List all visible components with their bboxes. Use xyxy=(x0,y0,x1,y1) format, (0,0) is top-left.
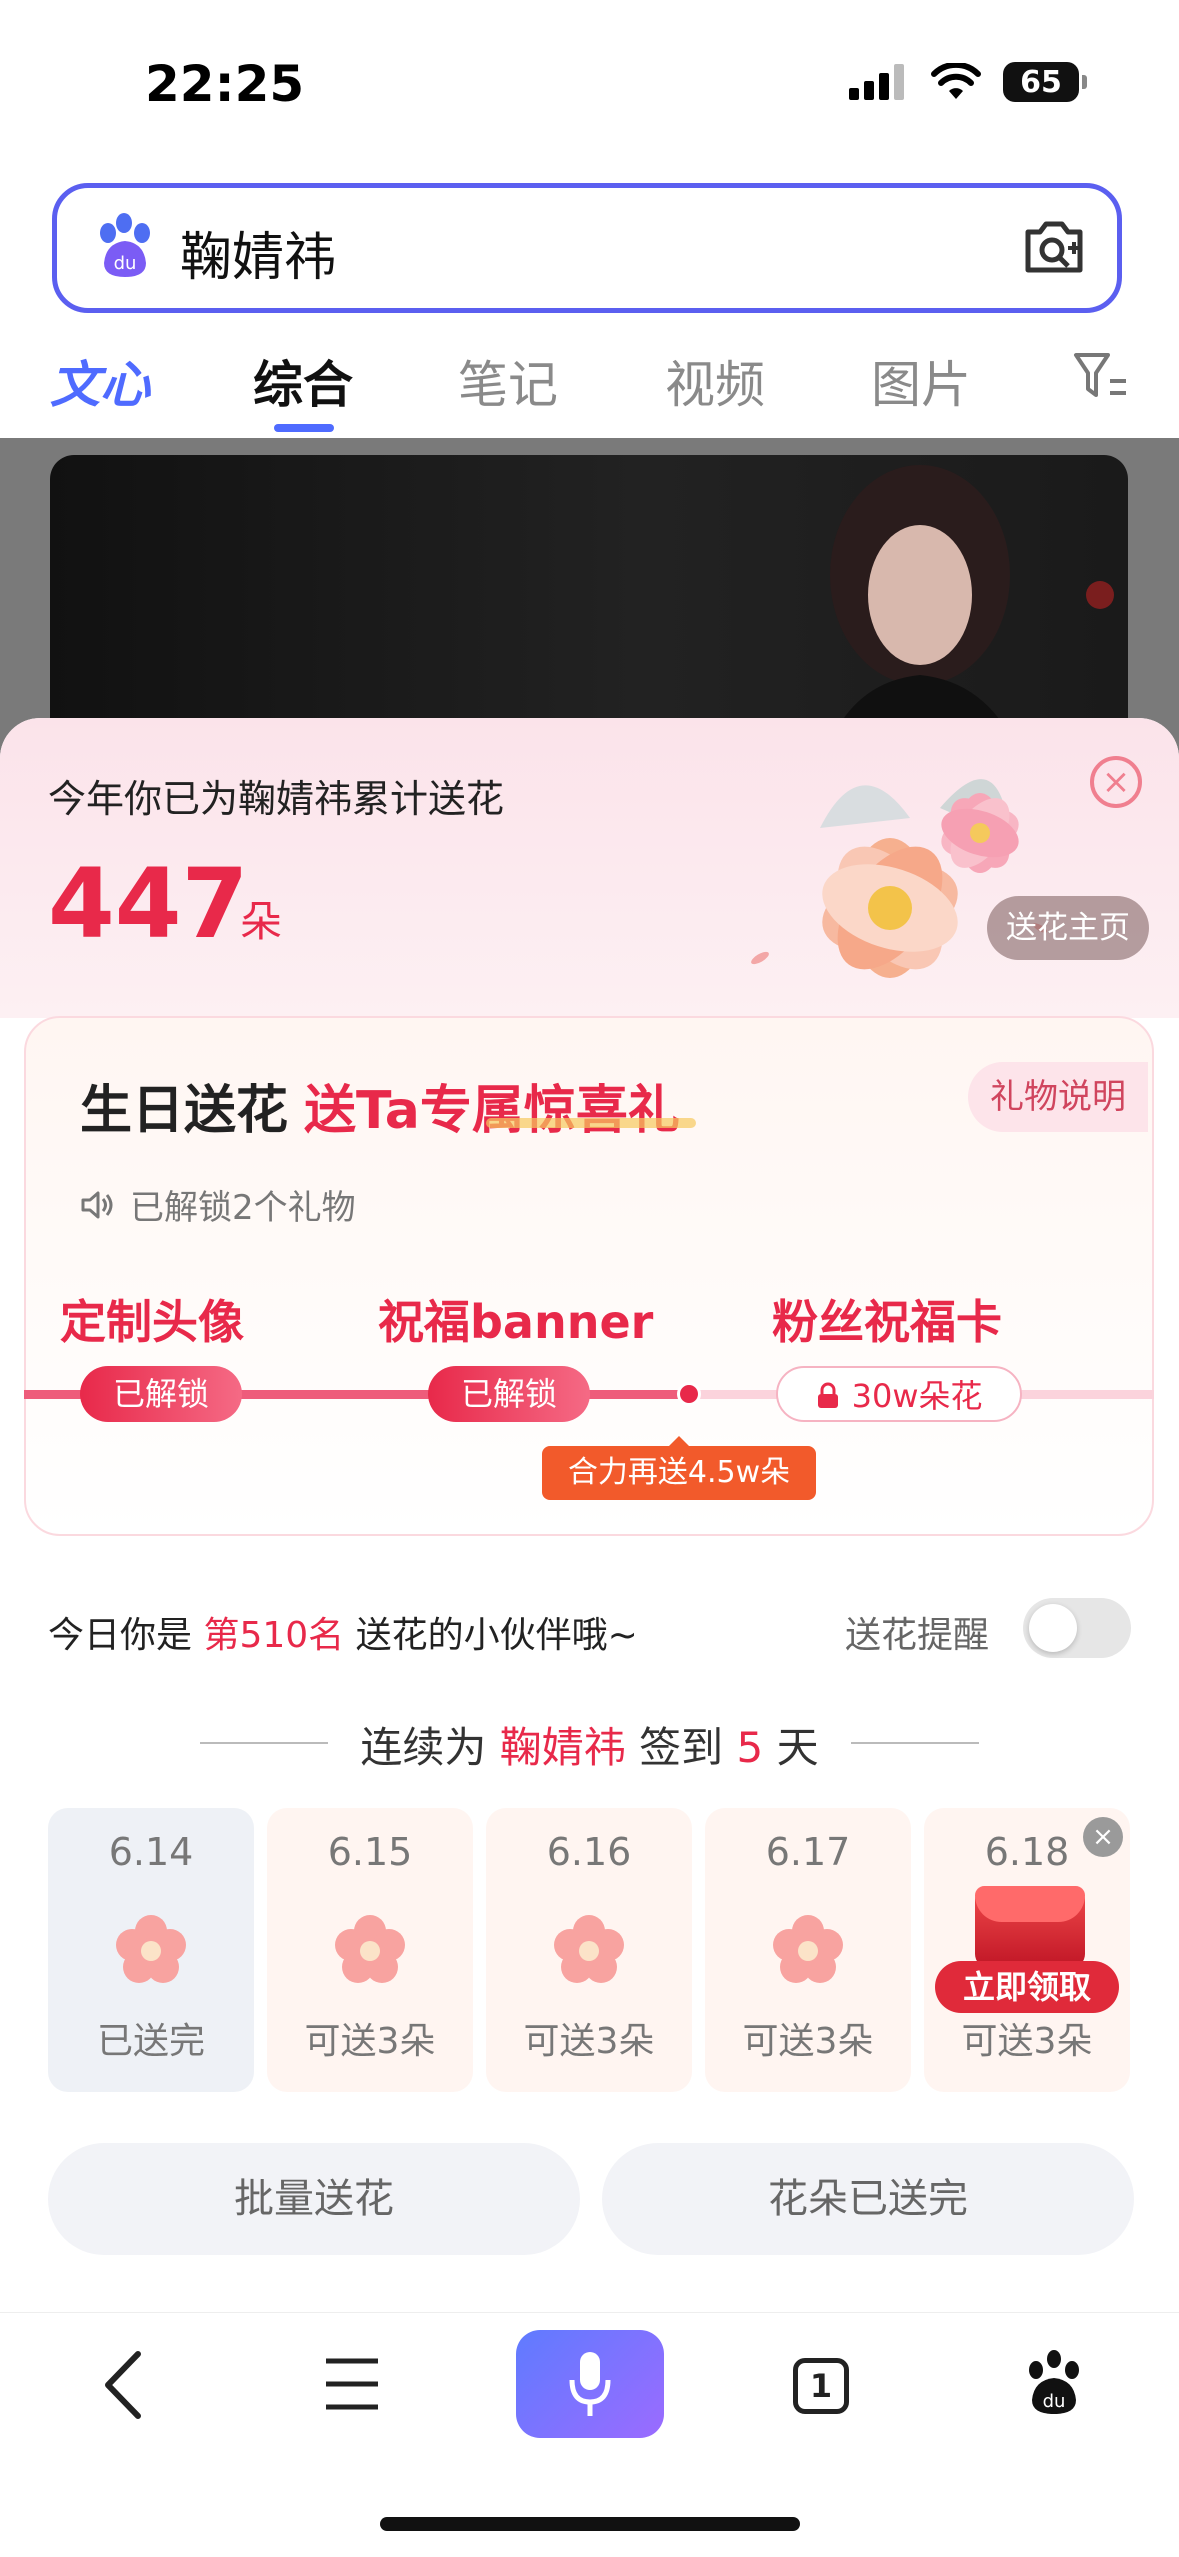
flower-count-unit: 朵 xyxy=(240,897,283,946)
search-tabs: 文心 综合 笔记 视频 图片 xyxy=(0,345,1179,435)
baidu-home-icon[interactable]: du xyxy=(1022,2350,1086,2418)
remind-label: 送花提醒 xyxy=(845,1615,990,1656)
progress-dot xyxy=(677,1382,701,1406)
day-date: 6.17 xyxy=(765,1830,851,1874)
streak-middle: 签到 xyxy=(639,1723,724,1772)
streak-text: 连续为 鞠婧祎 签到 5 天 xyxy=(0,1714,1179,1775)
gift-title: 生日送花 xyxy=(80,1081,289,1141)
search-input[interactable]: 鞠婧祎 xyxy=(180,215,336,290)
gift-title-accent: 送Ta专属惊喜礼 xyxy=(304,1081,680,1141)
microphone-icon xyxy=(569,2352,611,2416)
flower-home-button[interactable]: 送花主页 xyxy=(987,896,1149,960)
streak-days: 5 xyxy=(736,1723,764,1772)
gift-avatar[interactable]: 定制头像 xyxy=(60,1286,244,1352)
camera-search-icon[interactable] xyxy=(1022,218,1086,276)
toggle-knob xyxy=(1029,1604,1077,1652)
day-status: 可送3朵 xyxy=(742,2021,874,2062)
badge-locked: 30w朵花 xyxy=(776,1366,1022,1422)
flower-icon xyxy=(554,1915,624,1983)
unlocked-info: 已解锁2个礼物 xyxy=(80,1180,356,1229)
speaker-icon xyxy=(81,1191,113,1218)
close-icon[interactable]: × xyxy=(1083,1817,1123,1857)
day-status: 可送3朵 xyxy=(523,2021,655,2062)
day-card[interactable]: 6.14 已送完 xyxy=(48,1808,254,2092)
menu-icon[interactable] xyxy=(322,2355,382,2413)
rank-suffix: 送花的小伙伴哦~ xyxy=(355,1615,638,1656)
day-date: 6.14 xyxy=(108,1830,194,1874)
gift-explain-button[interactable]: 礼物说明 xyxy=(968,1062,1148,1132)
highlight-stroke xyxy=(486,1118,696,1128)
tooltip-arrow xyxy=(669,1436,689,1446)
day-status: 已送完 xyxy=(96,2021,205,2062)
flower-icon xyxy=(116,1915,186,1983)
svg-text:du: du xyxy=(1043,2391,1066,2412)
tab-videos[interactable]: 视频 xyxy=(665,345,765,417)
rank-number: 第510名 xyxy=(203,1615,345,1656)
home-indicator xyxy=(380,2517,800,2531)
tab-wenxin[interactable]: 文心 xyxy=(50,345,150,417)
locked-goal-text: 30w朵花 xyxy=(851,1377,983,1415)
flowers-done-button[interactable]: 花朵已送完 xyxy=(602,2143,1134,2255)
flower-icon xyxy=(335,1915,405,1983)
batch-send-button[interactable]: 批量送花 xyxy=(48,2143,580,2255)
gift-sheet: 今年你已为鞠婧祎累计送花 447 朵 × 送花主页 生日送花 送Ta专属惊喜礼 … xyxy=(0,718,1179,2556)
wifi-icon xyxy=(931,63,981,99)
day-card[interactable]: 6.16 可送3朵 xyxy=(486,1808,692,2092)
tab-notes[interactable]: 笔记 xyxy=(458,345,558,417)
status-icons: 65 xyxy=(849,62,1087,102)
day-card[interactable]: 6.17 可送3朵 xyxy=(705,1808,911,2092)
baidu-paw-icon: du xyxy=(100,213,150,277)
svg-text:du: du xyxy=(114,253,137,274)
day-card[interactable]: 6.15 可送3朵 xyxy=(267,1808,473,2092)
claim-button[interactable]: 立即领取 xyxy=(935,1961,1119,2013)
flower-icon xyxy=(773,1915,843,1983)
flower-count: 447 xyxy=(48,848,249,960)
streak-unit: 天 xyxy=(776,1723,819,1772)
gift-banner[interactable]: 祝福banner xyxy=(378,1286,653,1352)
day-status: 可送3朵 xyxy=(961,2021,1093,2062)
sheet-title: 今年你已为鞠婧祎累计送花 xyxy=(48,777,505,821)
badge-unlocked: 已解锁 xyxy=(428,1366,590,1422)
battery-indicator: 65 xyxy=(1003,62,1087,102)
back-icon[interactable] xyxy=(100,2350,150,2420)
streak-name: 鞠婧祎 xyxy=(499,1723,626,1772)
flower-bouquet-illustration xyxy=(751,779,1048,978)
lock-icon xyxy=(818,1382,839,1408)
remaining-goal-tag: 合力再送4.5w朵 xyxy=(542,1446,816,1500)
unlocked-text: 已解锁2个礼物 xyxy=(130,1188,356,1228)
tab-all[interactable]: 综合 xyxy=(253,345,353,417)
tab-underline xyxy=(274,424,334,432)
badge-unlocked: 已解锁 xyxy=(80,1366,242,1422)
filter-icon[interactable] xyxy=(1072,351,1130,401)
rank-text: 今日你是 第510名 送花的小伙伴哦~ xyxy=(48,1606,638,1658)
signal-icon xyxy=(849,64,904,100)
day-date: 6.16 xyxy=(546,1830,632,1874)
red-envelope-flap xyxy=(975,1886,1085,1922)
rank-prefix: 今日你是 xyxy=(48,1615,193,1656)
close-icon[interactable]: × xyxy=(1090,756,1142,808)
remind-toggle[interactable] xyxy=(1023,1598,1131,1658)
tab-images[interactable]: 图片 xyxy=(871,345,971,417)
streak-prefix: 连续为 xyxy=(360,1723,487,1772)
day-status: 可送3朵 xyxy=(304,2021,436,2062)
status-time: 22:25 xyxy=(145,55,305,113)
tab-count-icon[interactable]: 1 xyxy=(793,2358,849,2414)
gift-fan-card[interactable]: 粉丝祝福卡 xyxy=(772,1286,1002,1352)
day-date: 6.15 xyxy=(327,1830,413,1874)
